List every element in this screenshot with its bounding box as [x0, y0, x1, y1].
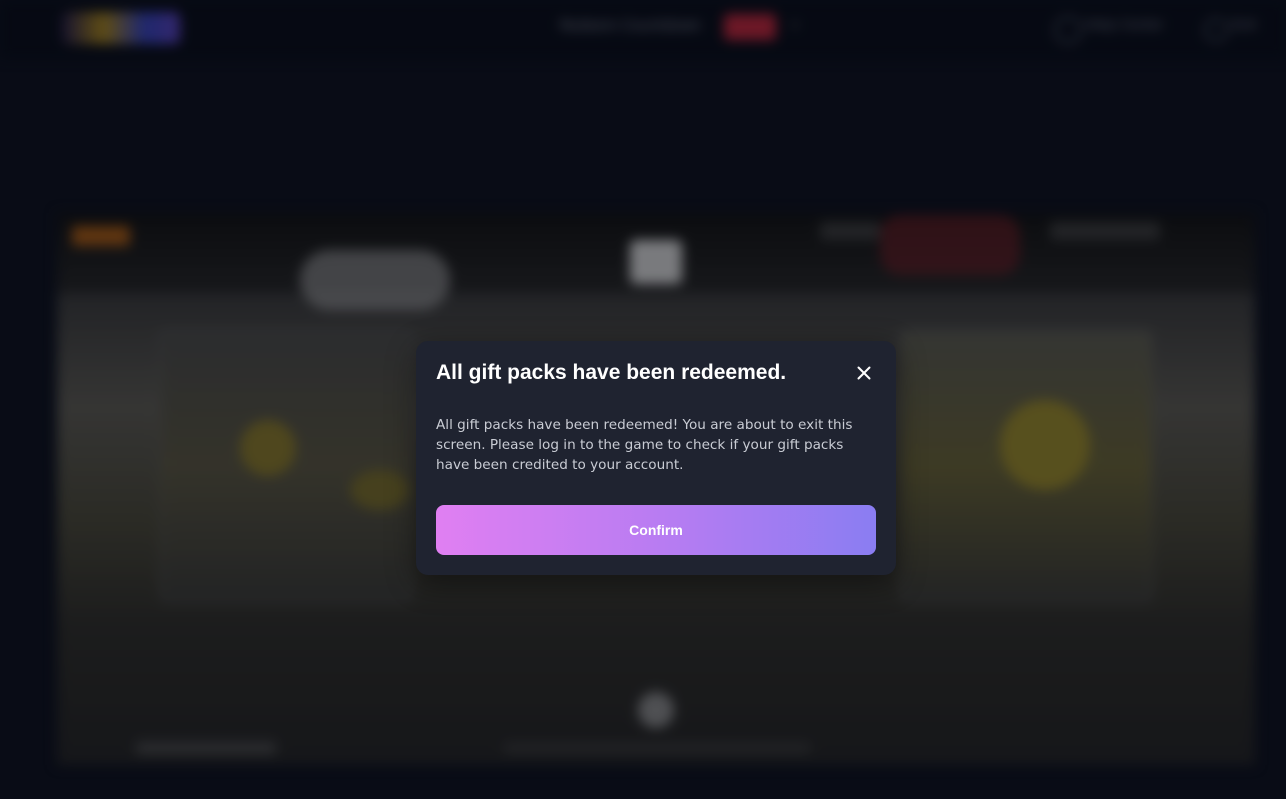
redeemed-dialog: All gift packs have been redeemed. All g… [416, 341, 896, 575]
confirm-button[interactable]: Confirm [436, 505, 876, 555]
page: Redeem Countdown ▾ Help Center Exit All … [0, 0, 1286, 799]
close-icon-glyph [857, 366, 871, 380]
close-icon[interactable] [852, 361, 876, 385]
dialog-title: All gift packs have been redeemed. [436, 361, 787, 384]
dialog-message: All gift packs have been redeemed! You a… [436, 417, 853, 473]
